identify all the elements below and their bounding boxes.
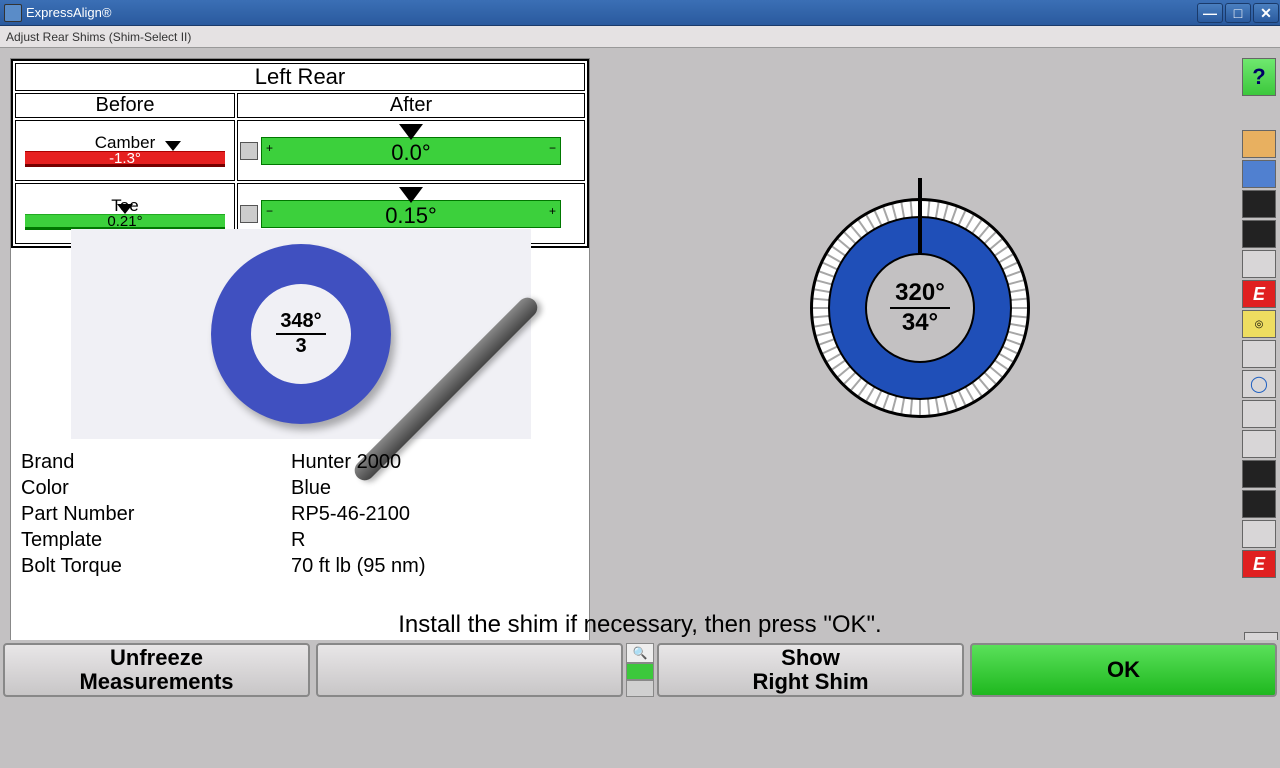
before-toe-value: 0.21° — [25, 212, 225, 232]
toolbar-btn-11[interactable] — [1242, 460, 1276, 488]
toolbar-btn-9[interactable] — [1242, 400, 1276, 428]
toolbar-btn-10[interactable] — [1242, 430, 1276, 458]
toolbar-btn-6[interactable]: ◎ — [1242, 310, 1276, 338]
toolbar-btn-4[interactable] — [1242, 220, 1276, 248]
before-header: Before — [15, 93, 235, 118]
photo-angle: 348° — [276, 310, 325, 335]
close-button[interactable]: ✕ — [1253, 3, 1279, 23]
menubar: Adjust Rear Shims (Shim-Select II) — [0, 26, 1280, 48]
torque-label: Bolt Torque — [21, 553, 291, 579]
minimize-button[interactable]: — — [1197, 3, 1223, 23]
shim-diagram: 320° 34° — [810, 198, 1030, 418]
torque-value: 70 ft lb (95 nm) — [291, 553, 426, 579]
diagram-top-value: 320° — [895, 279, 945, 307]
help-button[interactable]: ? — [1242, 58, 1276, 96]
app-icon — [4, 4, 22, 22]
maximize-button[interactable]: □ — [1225, 3, 1251, 23]
blank-button-1[interactable] — [316, 643, 623, 697]
after-toe-value: 0.15° — [262, 203, 560, 229]
shim-photo: 348° 3 — [71, 229, 531, 439]
template-label: Template — [21, 527, 291, 553]
content-area: Left Rear Before After Camber -1.3° — [0, 48, 1280, 700]
toolbar-btn-e1[interactable]: E — [1242, 280, 1276, 308]
before-camber-cell: Camber -1.3° — [15, 120, 235, 181]
titlebar: ExpressAlign® — □ ✕ — [0, 0, 1280, 26]
after-header: After — [237, 93, 585, 118]
template-value: R — [291, 527, 305, 553]
photo-count: 3 — [295, 335, 306, 358]
partnum-value: RP5-46-2100 — [291, 501, 410, 527]
before-camber-value: -1.3° — [25, 149, 225, 169]
toolbar-btn-e2[interactable]: E — [1242, 550, 1276, 578]
magnifier-icon[interactable]: 🔍 — [626, 643, 654, 663]
partnum-label: Part Number — [21, 501, 291, 527]
toolbar-btn-13[interactable] — [1242, 520, 1276, 548]
toolbar-btn-3[interactable] — [1242, 190, 1276, 218]
toolbar-btn-12[interactable] — [1242, 490, 1276, 518]
unfreeze-button[interactable]: Unfreeze Measurements — [3, 643, 310, 697]
camber-label: Camber — [95, 133, 155, 149]
left-panel: Left Rear Before After Camber -1.3° — [10, 58, 590, 688]
bottom-button-bar: Unfreeze Measurements 🔍 Show Right Shim … — [0, 640, 1280, 700]
brand-value: Hunter 2000 — [291, 449, 401, 475]
wrench-icon — [240, 205, 258, 223]
right-canvas: 320° 34° — [610, 58, 1220, 688]
toolbar-btn-1[interactable] — [1242, 130, 1276, 158]
wheel-header: Left Rear — [15, 63, 585, 91]
toolbar-btn-7[interactable] — [1242, 340, 1276, 368]
ok-button[interactable]: OK — [970, 643, 1277, 697]
view-toggle[interactable]: 🔍 — [626, 643, 654, 697]
instruction-text: Install the shim if necessary, then pres… — [0, 610, 1280, 640]
brand-label: Brand — [21, 449, 291, 475]
app-title: ExpressAlign® — [26, 5, 111, 20]
color-label: Color — [21, 475, 291, 501]
readings-table: Left Rear Before After Camber -1.3° — [11, 59, 589, 248]
show-right-shim-button[interactable]: Show Right Shim — [657, 643, 964, 697]
toolbar-btn-5[interactable] — [1242, 250, 1276, 278]
color-value: Blue — [291, 475, 331, 501]
after-camber-value: 0.0° — [262, 140, 560, 166]
side-toolbar: ? E ◎ ◯ E — [1240, 58, 1278, 578]
after-camber-cell: +− 0.0° — [237, 120, 585, 181]
toolbar-btn-8[interactable]: ◯ — [1242, 370, 1276, 398]
toolbar-btn-2[interactable] — [1242, 160, 1276, 188]
shim-info: BrandHunter 2000 ColorBlue Part NumberRP… — [21, 449, 426, 579]
wrench-icon — [240, 142, 258, 160]
diagram-bottom-value: 34° — [902, 309, 938, 337]
menubar-text: Adjust Rear Shims (Shim-Select II) — [6, 30, 191, 44]
